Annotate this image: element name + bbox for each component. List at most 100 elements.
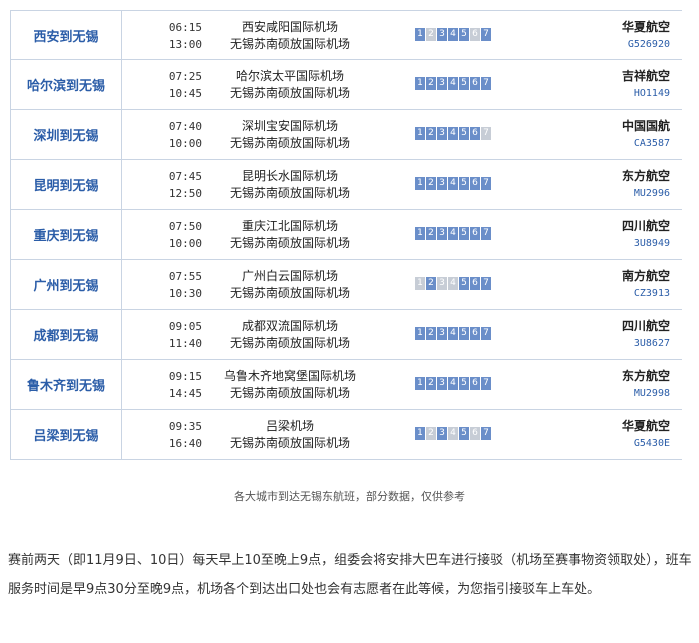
- route-label[interactable]: 深圳到无锡: [10, 110, 122, 159]
- destination-airport: 无锡苏南硕放国际机场: [229, 185, 350, 200]
- weekday-badge: 5: [459, 28, 469, 41]
- weekday-badge: 1: [415, 427, 425, 440]
- weekday-badge: 2: [426, 177, 436, 190]
- weekday-badge: 1: [415, 28, 425, 41]
- departure-time: 09:05: [168, 319, 202, 333]
- airports: 乌鲁木齐地窝堡国际机场 无锡苏南硕放国际机场: [210, 360, 370, 409]
- weekday-schedule: 1234567: [415, 127, 491, 140]
- origin-airport: 吕梁机场: [265, 418, 314, 433]
- airports: 昆明长水国际机场 无锡苏南硕放国际机场: [210, 160, 370, 209]
- flight-number[interactable]: CA3587: [634, 135, 670, 152]
- weekday-schedule: 1234567: [415, 177, 491, 190]
- origin-airport: 广州白云国际机场: [241, 268, 338, 283]
- route-label[interactable]: 吕梁到无锡: [10, 410, 122, 459]
- flight-row: 西安到无锡 06:15 13:00 西安咸阳国际机场 无锡苏南硕放国际机场 1 2 3 4 5 6 7…: [10, 10, 682, 60]
- airline-info: 华夏航空 G526920: [570, 11, 670, 60]
- flight-times: 07:50 10:00: [122, 210, 202, 259]
- airline-name: 东方航空: [621, 368, 670, 383]
- airline-info: 东方航空 MU2996: [570, 160, 670, 209]
- weekday-badge: 3: [437, 177, 447, 190]
- flight-row: 哈尔滨到无锡 07:25 10:45 哈尔滨太平国际机场 无锡苏南硕放国际机场 1 2 3 4 5…: [10, 60, 682, 110]
- destination-airport: 无锡苏南硕放国际机场: [229, 85, 350, 100]
- destination-airport: 无锡苏南硕放国际机场: [229, 435, 350, 450]
- airline-name: 中国国航: [621, 118, 670, 133]
- weekday-schedule: 1234567: [415, 277, 491, 290]
- weekday-badge: 4: [448, 427, 458, 440]
- airline-name: 吉祥航空: [621, 68, 670, 83]
- weekday-schedule: 1234567: [415, 28, 491, 41]
- arrival-time: 14:45: [168, 386, 202, 400]
- airline-name: 四川航空: [621, 218, 670, 233]
- airline-name: 东方航空: [621, 168, 670, 183]
- airports: 成都双流国际机场 无锡苏南硕放国际机场: [210, 310, 370, 359]
- airports: 广州白云国际机场 无锡苏南硕放国际机场: [210, 260, 370, 309]
- weekday-schedule: 1234567: [415, 227, 491, 240]
- weekday-badge: 7: [481, 427, 491, 440]
- departure-time: 07:40: [168, 119, 202, 133]
- flight-number[interactable]: MU2998: [634, 385, 670, 402]
- weekday-badge: 5: [459, 177, 469, 190]
- weekday-badge: 1: [415, 377, 425, 390]
- airline-info: 四川航空 3U8627: [570, 310, 670, 359]
- weekday-badge: 6: [470, 77, 480, 90]
- flight-row: 重庆到无锡 07:50 10:00 重庆江北国际机场 无锡苏南硕放国际机场 1 2 3 4 5 6 7…: [10, 210, 682, 260]
- weekday-badge: 6: [470, 377, 480, 390]
- flight-number[interactable]: 3U8949: [634, 235, 670, 252]
- route-label[interactable]: 重庆到无锡: [10, 210, 122, 259]
- route-label[interactable]: 成都到无锡: [10, 310, 122, 359]
- origin-airport: 乌鲁木齐地窝堡国际机场: [223, 368, 356, 383]
- weekday-badge: 5: [459, 277, 469, 290]
- weekday-badge: 7: [481, 77, 491, 90]
- weekday-badge: 6: [470, 427, 480, 440]
- weekday-badge: 2: [426, 127, 436, 140]
- route-label[interactable]: 鲁木齐到无锡: [10, 360, 122, 409]
- departure-time: 09:15: [168, 369, 202, 383]
- weekday-badge: 6: [470, 177, 480, 190]
- route-label[interactable]: 哈尔滨到无锡: [10, 60, 122, 109]
- airline-name: 华夏航空: [621, 418, 670, 433]
- weekday-badge: 6: [470, 227, 480, 240]
- arrival-time: 10:45: [168, 86, 202, 100]
- weekday-badge: 2: [426, 427, 436, 440]
- flight-number[interactable]: CZ3913: [634, 285, 670, 302]
- flight-times: 09:35 16:40: [122, 410, 202, 459]
- weekday-badge: 4: [448, 327, 458, 340]
- departure-time: 09:35: [168, 419, 202, 433]
- airline-name: 南方航空: [621, 268, 670, 283]
- airline-info: 南方航空 CZ3913: [570, 260, 670, 309]
- flight-number[interactable]: G5430E: [634, 435, 670, 452]
- arrival-time: 10:30: [168, 286, 202, 300]
- flight-times: 09:05 11:40: [122, 310, 202, 359]
- destination-airport: 无锡苏南硕放国际机场: [229, 235, 350, 250]
- weekday-badge: 7: [481, 177, 491, 190]
- weekday-badge: 4: [448, 28, 458, 41]
- flight-number[interactable]: G526920: [628, 36, 670, 53]
- airports: 重庆江北国际机场 无锡苏南硕放国际机场: [210, 210, 370, 259]
- route-label[interactable]: 广州到无锡: [10, 260, 122, 309]
- flight-number[interactable]: HO1149: [634, 85, 670, 102]
- airline-info: 中国国航 CA3587: [570, 110, 670, 159]
- weekday-badge: 7: [481, 377, 491, 390]
- flight-row: 广州到无锡 07:55 10:30 广州白云国际机场 无锡苏南硕放国际机场 1 2 3 4 5 6 7…: [10, 260, 682, 310]
- table-caption: 各大城市到达无锡东航班，部分数据，仅供参考: [234, 490, 465, 503]
- weekday-badge: 3: [437, 277, 447, 290]
- weekday-badge: 4: [448, 277, 458, 290]
- route-label[interactable]: 西安到无锡: [10, 11, 122, 60]
- weekday-badge: 6: [470, 277, 480, 290]
- weekday-badge: 2: [426, 277, 436, 290]
- airline-info: 吉祥航空 HO1149: [570, 60, 670, 109]
- airline-info: 东方航空 MU2998: [570, 360, 670, 409]
- flight-number[interactable]: 3U8627: [634, 335, 670, 352]
- flight-number[interactable]: MU2996: [634, 185, 670, 202]
- weekday-badge: 6: [470, 127, 480, 140]
- weekday-badge: 2: [426, 77, 436, 90]
- weekday-badge: 7: [481, 327, 491, 340]
- weekday-badge: 5: [459, 427, 469, 440]
- departure-time: 07:55: [168, 269, 202, 283]
- weekday-badge: 3: [437, 327, 447, 340]
- arrival-time: 11:40: [168, 336, 202, 350]
- flight-times: 07:45 12:50: [122, 160, 202, 209]
- weekday-badge: 5: [459, 127, 469, 140]
- route-label[interactable]: 昆明到无锡: [10, 160, 122, 209]
- departure-time: 07:50: [168, 219, 202, 233]
